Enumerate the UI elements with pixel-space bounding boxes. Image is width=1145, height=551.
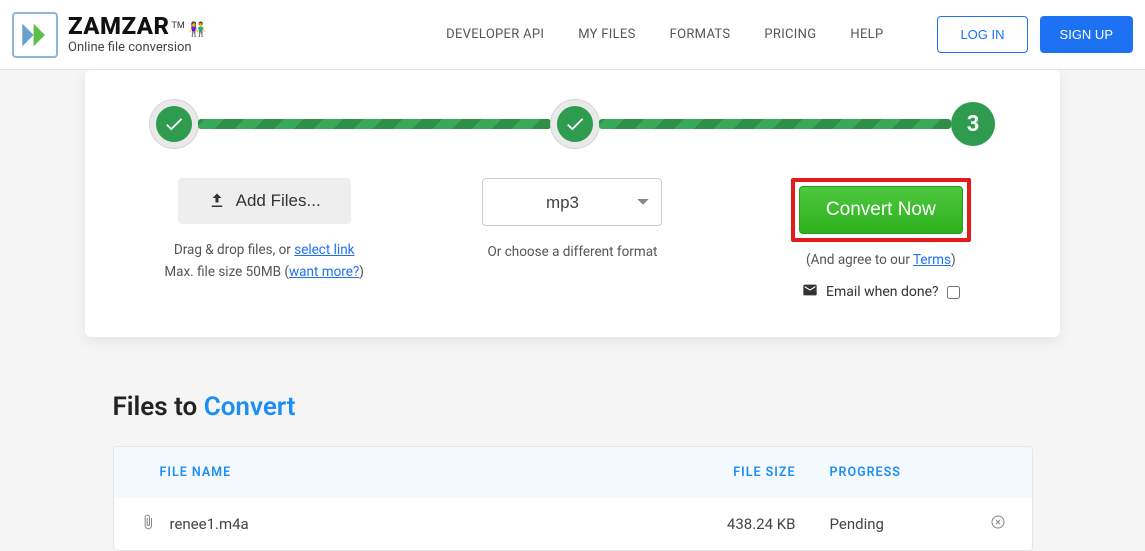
step-1-col: Add Files... Drag & drop files, or selec… xyxy=(120,178,408,302)
nav-formats[interactable]: FORMATS xyxy=(670,27,731,42)
signup-button[interactable]: SIGN UP xyxy=(1040,16,1133,53)
nav-help[interactable]: HELP xyxy=(850,27,883,42)
file-progress: Pending xyxy=(796,515,976,533)
step-connector xyxy=(599,119,952,129)
email-when-done-label: Email when done? xyxy=(826,284,939,300)
step-3-col: Convert Now (And agree to our Terms) Ema… xyxy=(737,178,1025,302)
close-icon xyxy=(990,514,1006,530)
step-1-done xyxy=(150,100,198,148)
terms-link[interactable]: Terms xyxy=(913,252,951,268)
login-button[interactable]: LOG IN xyxy=(937,16,1027,53)
email-when-done-checkbox[interactable] xyxy=(947,286,960,299)
topbar: ZAMZARTM👫 Online file conversion DEVELOP… xyxy=(0,0,1145,70)
upload-icon xyxy=(208,192,226,210)
file-size: 438.24 KB xyxy=(656,515,796,533)
step-2-col: mp3 Or choose a different format xyxy=(428,178,716,302)
col-progress: PROGRESS xyxy=(796,465,1006,480)
people-icon: 👫 xyxy=(189,22,206,38)
files-table: FILE NAME FILE SIZE PROGRESS renee1.m4a … xyxy=(113,446,1033,551)
brand-tagline: Online file conversion xyxy=(68,40,206,55)
format-caption: Or choose a different format xyxy=(428,242,716,264)
attachment-icon xyxy=(140,514,156,534)
drag-drop-text: Drag & drop files, or xyxy=(174,242,294,258)
table-header: FILE NAME FILE SIZE PROGRESS xyxy=(114,447,1032,498)
converter-card: 3 Add Files... Drag & drop files, or sel… xyxy=(85,70,1060,337)
section-title: Files to Convert xyxy=(113,392,1033,422)
nav-pricing[interactable]: PRICING xyxy=(764,27,816,42)
convert-highlight: Convert Now xyxy=(791,178,971,242)
remove-file-button[interactable] xyxy=(976,514,1006,534)
check-icon xyxy=(564,113,586,135)
add-files-button[interactable]: Add Files... xyxy=(178,178,351,224)
convert-now-button[interactable]: Convert Now xyxy=(799,186,963,234)
nav-developer-api[interactable]: DEVELOPER API xyxy=(446,27,544,42)
step-3-current: 3 xyxy=(951,102,995,146)
max-size-prefix: Max. file size 50MB ( xyxy=(164,264,289,280)
agree-prefix: (And agree to our xyxy=(806,252,913,268)
add-files-label: Add Files... xyxy=(236,191,321,211)
max-size-suffix: ) xyxy=(359,264,364,280)
select-link[interactable]: select link xyxy=(294,242,354,258)
table-row: renee1.m4a 438.24 KB Pending xyxy=(114,498,1032,550)
want-more-link[interactable]: want more? xyxy=(289,264,359,280)
format-select[interactable]: mp3 xyxy=(482,178,662,226)
step-connector xyxy=(198,119,551,129)
check-icon xyxy=(163,113,185,135)
col-file-name: FILE NAME xyxy=(140,465,656,480)
nav-my-files[interactable]: MY FILES xyxy=(578,27,635,42)
step-2-done xyxy=(551,100,599,148)
logo[interactable]: ZAMZARTM👫 Online file conversion xyxy=(12,12,206,58)
brand-name: ZAMZAR xyxy=(68,12,170,40)
agree-suffix: ) xyxy=(951,252,956,268)
step-progress: 3 xyxy=(120,100,1025,148)
files-to-convert-section: Files to Convert FILE NAME FILE SIZE PRO… xyxy=(113,392,1033,551)
main-nav: DEVELOPER API MY FILES FORMATS PRICING H… xyxy=(446,16,1133,53)
col-file-size: FILE SIZE xyxy=(656,465,796,480)
logo-icon xyxy=(12,12,58,58)
mail-icon xyxy=(802,282,818,302)
file-name: renee1.m4a xyxy=(170,515,249,533)
